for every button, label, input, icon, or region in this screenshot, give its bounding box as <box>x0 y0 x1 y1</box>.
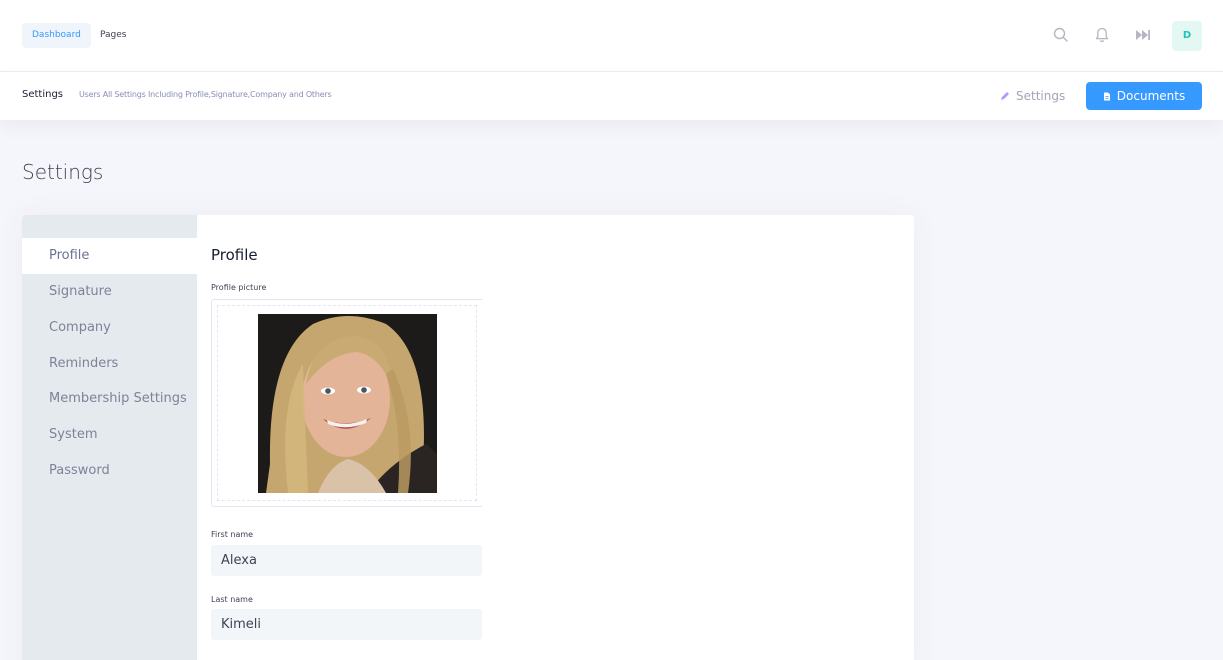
profile-picture-dropzone[interactable] <box>211 299 482 507</box>
documents-button[interactable]: Documents <box>1086 82 1202 110</box>
sidebar-item-membership-settings[interactable]: Membership Settings <box>22 381 197 417</box>
bell-icon[interactable] <box>1093 26 1111 44</box>
dropzone-inner <box>217 305 477 501</box>
profile-picture-label: Profile picture <box>211 283 267 292</box>
subheader-description: Users All Settings Including Profile,Sig… <box>79 90 332 99</box>
last-name-label: Last name <box>211 595 253 604</box>
sidebar-item-reminders[interactable]: Reminders <box>22 346 197 382</box>
last-name-field[interactable]: Kimeli <box>211 609 482 640</box>
sidebar-item-company[interactable]: Company <box>22 310 197 346</box>
settings-link[interactable]: Settings <box>1000 86 1065 106</box>
sidebar-item-profile[interactable]: Profile <box>22 238 197 274</box>
subheader: Settings Users All Settings Including Pr… <box>0 72 1223 120</box>
pencil-icon <box>1001 92 1009 100</box>
profile-heading: Profile <box>211 246 258 264</box>
user-avatar[interactable]: D <box>1172 21 1202 51</box>
sidebar-item-password[interactable]: Password <box>22 453 197 489</box>
nav-pages[interactable]: Pages <box>90 23 136 48</box>
top-header: Dashboard Pages D <box>0 0 1223 72</box>
fast-forward-icon[interactable] <box>1134 26 1152 44</box>
settings-link-label: Settings <box>1016 89 1066 103</box>
first-name-field[interactable]: Alexa <box>211 545 482 576</box>
subheader-title: Settings <box>22 89 64 100</box>
first-name-label: First name <box>211 530 254 539</box>
page-title: Settings <box>22 160 104 184</box>
search-icon[interactable] <box>1052 26 1070 44</box>
sidebar-item-system[interactable]: System <box>22 417 197 453</box>
profile-panel: Profile Profile picture First name Alexa… <box>197 215 914 660</box>
document-icon <box>1103 92 1110 101</box>
documents-button-label: Documents <box>1116 89 1186 103</box>
nav-dashboard[interactable]: Dashboard <box>22 23 91 48</box>
sidebar-item-signature[interactable]: Signature <box>22 274 197 310</box>
settings-card: Profile Signature Company Reminders Memb… <box>22 215 914 660</box>
profile-photo <box>258 314 437 493</box>
settings-sidebar: Profile Signature Company Reminders Memb… <box>22 215 197 660</box>
